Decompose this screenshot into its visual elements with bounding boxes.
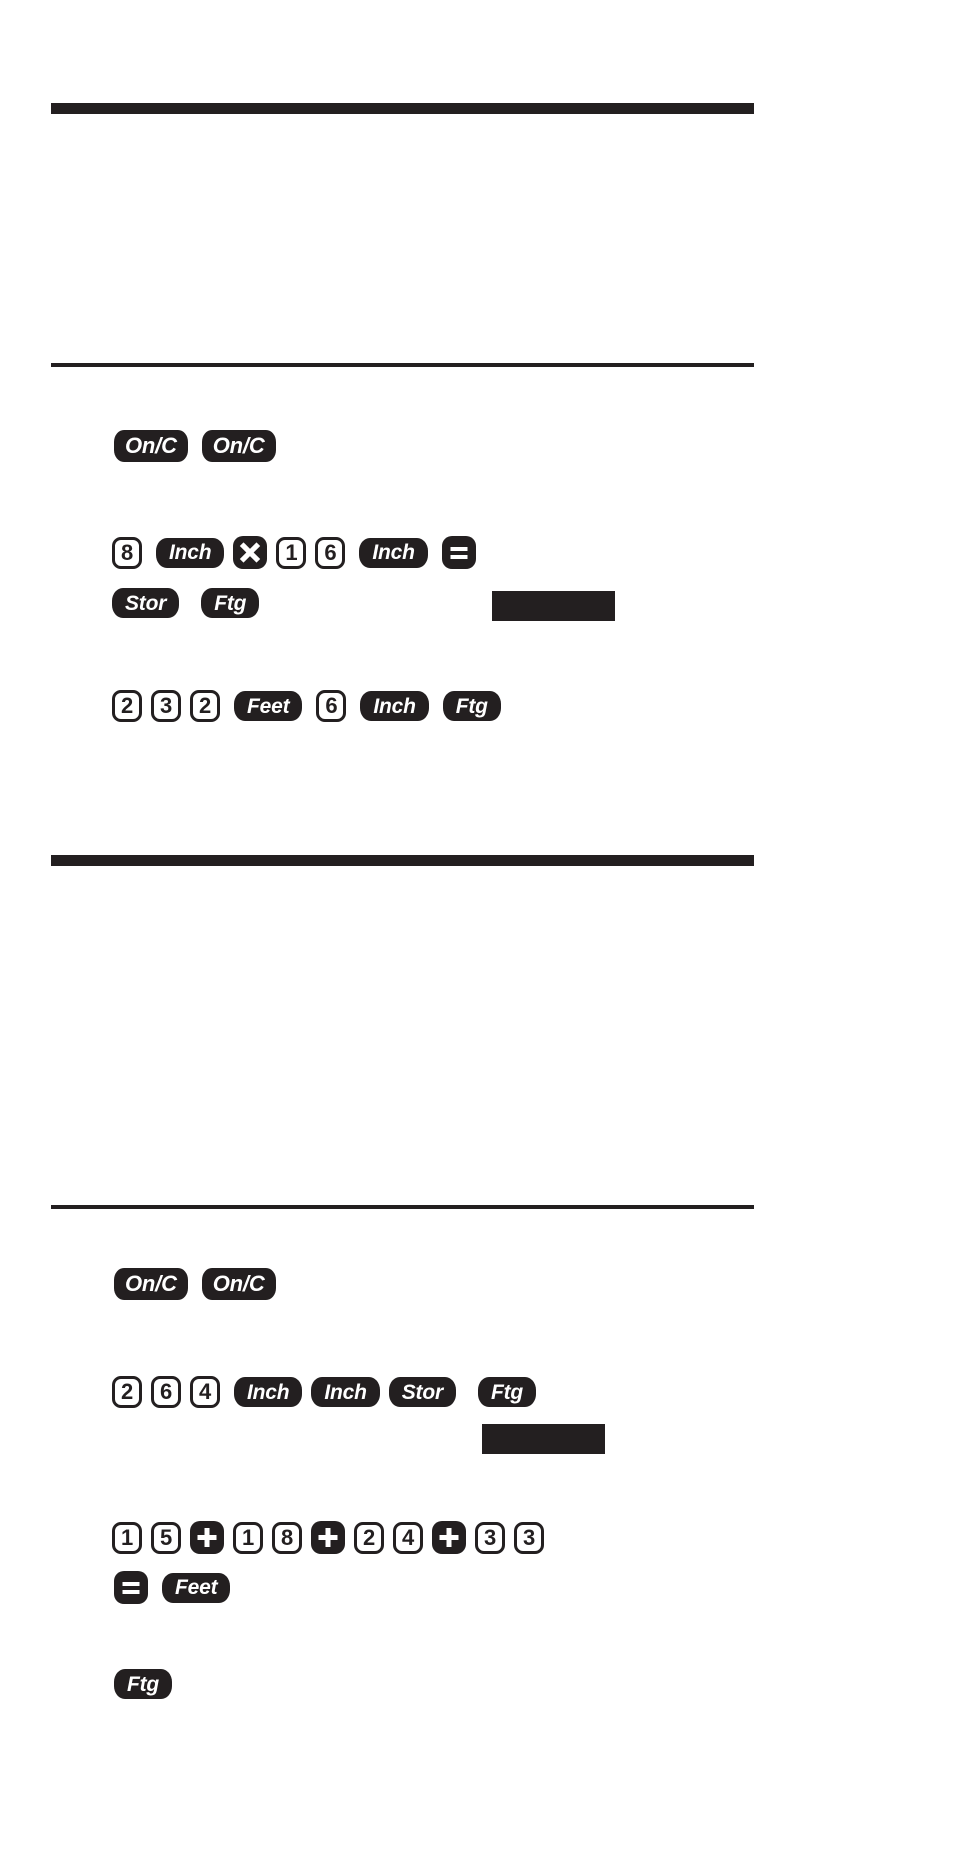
section1-body-area	[51, 760, 754, 845]
key-inch[interactable]: Inch	[311, 1377, 380, 1407]
key-equals[interactable]	[114, 1571, 148, 1604]
multiply-icon	[240, 542, 261, 563]
key-number-1[interactable]: 1	[112, 1521, 142, 1554]
key-number-3[interactable]: 3	[514, 1521, 544, 1554]
redacted-answer-bar	[492, 591, 615, 621]
equals-icon	[450, 547, 468, 559]
keystroke-row-s2-5: Ftg	[114, 1669, 173, 1699]
manual-page: On/C On/C 8 Inch 1 6 Inch Stor Ftg 2 3 2…	[0, 0, 954, 1860]
key-stor[interactable]: Stor	[388, 1377, 456, 1407]
key-ftg[interactable]: Ftg	[477, 1377, 537, 1407]
key-feet[interactable]: Feet	[234, 691, 303, 721]
key-plus[interactable]	[311, 1521, 345, 1554]
key-ftg[interactable]: Ftg	[114, 1669, 173, 1699]
key-ftg[interactable]: Ftg	[442, 691, 501, 721]
top-thick-rule	[51, 103, 754, 114]
key-inch[interactable]: Inch	[360, 691, 429, 721]
key-plus[interactable]	[190, 1521, 224, 1554]
section2-thick-rule	[51, 855, 754, 866]
section2-thin-rule	[51, 1205, 754, 1209]
key-number-2[interactable]: 2	[354, 1521, 384, 1554]
section2-body-area	[51, 1720, 754, 1840]
key-number-8[interactable]: 8	[112, 536, 142, 569]
key-inch[interactable]: Inch	[156, 537, 225, 568]
key-number-2[interactable]: 2	[190, 690, 220, 722]
key-number-3[interactable]: 3	[151, 690, 181, 722]
key-number-1[interactable]: 1	[233, 1521, 263, 1554]
keystroke-row-s2-4: Feet	[114, 1571, 231, 1604]
key-number-6[interactable]: 6	[151, 1376, 181, 1408]
key-equals[interactable]	[441, 536, 476, 569]
key-feet[interactable]: Feet	[162, 1572, 231, 1603]
section1-heading-area	[51, 120, 754, 355]
key-number-5[interactable]: 5	[151, 1521, 181, 1554]
key-ftg[interactable]: Ftg	[201, 588, 260, 618]
keystroke-row-s1-4: 2 3 2 Feet 6 Inch Ftg	[112, 690, 501, 722]
keystroke-row-s1-2: 8 Inch 1 6 Inch	[112, 536, 476, 569]
keystroke-row-s2-1: On/C On/C	[114, 1268, 276, 1300]
key-number-3[interactable]: 3	[475, 1521, 505, 1554]
keystroke-row-s2-2: 2 6 4 Inch Inch Stor Ftg	[112, 1376, 537, 1408]
key-onc[interactable]: On/C	[201, 430, 276, 462]
key-multiply[interactable]	[233, 536, 268, 569]
redacted-answer-bar	[482, 1424, 605, 1454]
section1-thin-rule	[51, 363, 754, 367]
key-onc[interactable]: On/C	[114, 430, 188, 462]
key-number-1[interactable]: 1	[276, 536, 307, 569]
plus-icon	[197, 1528, 217, 1547]
equals-icon	[122, 1582, 140, 1594]
key-number-6[interactable]: 6	[315, 536, 346, 569]
key-onc[interactable]: On/C	[114, 1268, 188, 1300]
key-number-6[interactable]: 6	[316, 690, 347, 722]
key-stor[interactable]: Stor	[112, 588, 180, 618]
key-number-2[interactable]: 2	[112, 1376, 142, 1408]
key-number-2[interactable]: 2	[112, 690, 142, 722]
key-number-4[interactable]: 4	[393, 1521, 423, 1554]
keystroke-row-s1-3: Stor Ftg	[112, 588, 260, 618]
keystroke-row-s1-1: On/C On/C	[114, 430, 276, 462]
keystroke-row-s2-3: 1 5 1 8 2 4 3 3	[112, 1521, 544, 1554]
key-plus[interactable]	[432, 1521, 466, 1554]
plus-icon	[439, 1528, 459, 1547]
section2-heading-area	[51, 870, 754, 1195]
plus-icon	[318, 1528, 338, 1547]
key-number-8[interactable]: 8	[272, 1521, 302, 1554]
key-inch[interactable]: Inch	[234, 1377, 303, 1407]
key-number-4[interactable]: 4	[190, 1376, 220, 1408]
key-inch[interactable]: Inch	[359, 537, 428, 568]
key-onc[interactable]: On/C	[201, 1268, 276, 1300]
